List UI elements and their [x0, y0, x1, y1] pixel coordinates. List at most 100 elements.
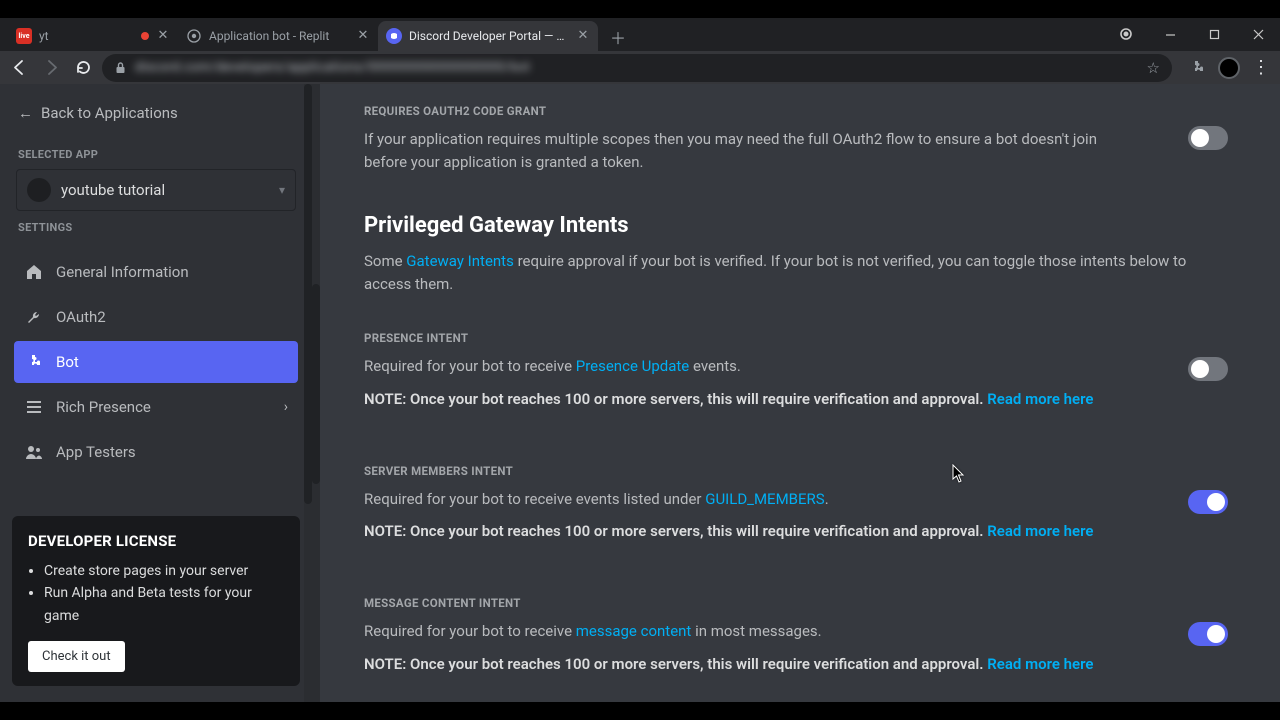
minimize-button[interactable] — [1148, 18, 1192, 50]
profile-avatar[interactable] — [1218, 57, 1240, 79]
chevron-down-icon: ▾ — [279, 183, 285, 197]
window-controls — [1104, 18, 1280, 50]
letterbox-top — [0, 0, 1280, 18]
star-icon[interactable]: ☆ — [1147, 59, 1160, 77]
text: in most messages. — [691, 622, 821, 640]
letterbox-bottom — [0, 702, 1280, 720]
app-root: ← Back to Applications SELECTED APP yout… — [0, 84, 1280, 702]
puzzle-icon — [24, 352, 44, 372]
browser-chrome: live yt ✕ Application bot - Replit ✕ Dis… — [0, 18, 1280, 84]
text: Some — [364, 252, 406, 270]
privileged-intents-heading: Privileged Gateway Intents — [364, 213, 1228, 238]
close-window-button[interactable] — [1236, 18, 1280, 50]
url-bar[interactable]: discord.com/developers/applications/0000… — [102, 54, 1172, 82]
nav-item-label: Bot — [56, 353, 288, 371]
gateway-intents-link[interactable]: Gateway Intents — [406, 252, 514, 270]
back-button[interactable] — [6, 55, 32, 81]
main-scrollbar[interactable] — [312, 84, 320, 702]
dev-license-title: DEVELOPER LICENSE — [28, 532, 284, 550]
presence-intent-block: PRESENCE INTENT Required for your bot to… — [364, 331, 1228, 408]
nav-rich-presence[interactable]: Rich Presence › — [14, 386, 298, 428]
favicon-icon — [386, 28, 402, 44]
maximize-button[interactable] — [1192, 18, 1236, 50]
sidebar: ← Back to Applications SELECTED APP yout… — [0, 84, 312, 702]
dev-license-card: DEVELOPER LICENSE Create store pages in … — [12, 516, 300, 686]
wrench-icon — [24, 307, 44, 327]
oauth2-code-grant-block: REQUIRES OAUTH2 CODE GRANT If your appli… — [364, 104, 1228, 173]
read-more-link[interactable]: Read more here — [987, 390, 1093, 408]
tab-title: Discord Developer Portal — My — [409, 29, 569, 43]
app-selector[interactable]: youtube tutorial ▾ — [16, 169, 296, 211]
message-content-link[interactable]: message content — [576, 622, 692, 640]
text: events. — [689, 357, 741, 375]
back-label: Back to Applications — [41, 104, 178, 122]
message-content-intent-block: MESSAGE CONTENT INTENT Required for your… — [364, 596, 1228, 673]
favicon-icon: live — [16, 28, 32, 44]
nav-oauth2[interactable]: OAuth2 — [14, 296, 298, 338]
app-avatar-icon — [27, 178, 51, 202]
message-heading: MESSAGE CONTENT INTENT — [364, 596, 1228, 610]
text: Required for your bot to receive events … — [364, 490, 705, 508]
oauth2-toggle[interactable] — [1188, 126, 1228, 150]
check-it-out-button[interactable]: Check it out — [28, 641, 125, 672]
reload-button[interactable] — [70, 55, 96, 81]
forward-button[interactable] — [38, 55, 64, 81]
extensions-button[interactable] — [1184, 55, 1210, 81]
sidebar-scrollbar[interactable] — [304, 84, 312, 702]
home-icon — [24, 262, 44, 282]
note-text: NOTE: Once your bot reaches 100 or more … — [364, 655, 987, 673]
lock-icon — [114, 61, 127, 74]
members-heading: SERVER MEMBERS INTENT — [364, 464, 1228, 478]
presence-note: NOTE: Once your bot reaches 100 or more … — [364, 390, 1228, 408]
nav-item-label: Rich Presence — [56, 398, 272, 416]
people-icon — [24, 442, 44, 462]
nav-app-testers[interactable]: App Testers — [14, 431, 298, 473]
back-to-applications[interactable]: ← Back to Applications — [14, 100, 298, 138]
text: Required for your bot to receive — [364, 357, 576, 375]
tab-title: Application bot - Replit — [209, 29, 349, 43]
record-icon — [141, 32, 149, 40]
selected-app-label: SELECTED APP — [18, 148, 294, 161]
message-content-intent-toggle[interactable] — [1188, 622, 1228, 646]
nav-item-label: OAuth2 — [56, 308, 288, 326]
close-icon[interactable]: ✕ — [576, 29, 590, 43]
presence-body: Required for your bot to receive Presenc… — [364, 355, 1228, 378]
settings-label: SETTINGS — [18, 221, 294, 234]
presence-intent-toggle[interactable] — [1188, 357, 1228, 381]
tab-title: yt — [39, 29, 134, 43]
tab-replit[interactable]: Application bot - Replit ✕ — [178, 21, 378, 51]
presence-heading: PRESENCE INTENT — [364, 331, 1228, 345]
members-note: NOTE: Once your bot reaches 100 or more … — [364, 522, 1228, 540]
nav-general-information[interactable]: General Information — [14, 251, 298, 293]
members-body: Required for your bot to receive events … — [364, 488, 1228, 511]
arrow-left-icon: ← — [18, 104, 33, 122]
note-text: NOTE: Once your bot reaches 100 or more … — [364, 390, 987, 408]
main-content: REQUIRES OAUTH2 CODE GRANT If your appli… — [312, 84, 1280, 702]
settings-nav: General Information OAuth2 Bot Rich Pres… — [14, 248, 298, 476]
circle-icon[interactable] — [1104, 18, 1148, 50]
close-icon[interactable]: ✕ — [156, 29, 170, 43]
privileged-intents-body: Some Gateway Intents require approval if… — [364, 250, 1228, 295]
oauth2-body: If your application requires multiple sc… — [364, 128, 1134, 173]
browser-toolbar: discord.com/developers/applications/0000… — [0, 51, 1280, 84]
nav-bot[interactable]: Bot — [14, 341, 298, 383]
new-tab-button[interactable]: ＋ — [604, 23, 632, 51]
nav-item-label: General Information — [56, 263, 288, 281]
read-more-link[interactable]: Read more here — [987, 522, 1093, 540]
tab-strip: live yt ✕ Application bot - Replit ✕ Dis… — [0, 18, 1280, 51]
menu-button[interactable]: ⋮ — [1248, 55, 1274, 81]
list-item: Run Alpha and Beta tests for your game — [44, 582, 284, 627]
nav-item-label: App Testers — [56, 443, 288, 461]
read-more-link[interactable]: Read more here — [987, 655, 1093, 673]
list-icon — [24, 397, 44, 417]
message-note: NOTE: Once your bot reaches 100 or more … — [364, 655, 1228, 673]
text: Required for your bot to receive — [364, 622, 576, 640]
chevron-right-icon: › — [284, 399, 288, 415]
guild-members-link[interactable]: GUILD_MEMBERS — [705, 490, 824, 508]
tab-discord-dev[interactable]: Discord Developer Portal — My ✕ — [378, 21, 598, 51]
server-members-intent-toggle[interactable] — [1188, 490, 1228, 514]
presence-update-link[interactable]: Presence Update — [576, 357, 690, 375]
message-body: Required for your bot to receive message… — [364, 620, 1228, 643]
tab-yt[interactable]: live yt ✕ — [8, 21, 178, 51]
close-icon[interactable]: ✕ — [356, 29, 370, 43]
